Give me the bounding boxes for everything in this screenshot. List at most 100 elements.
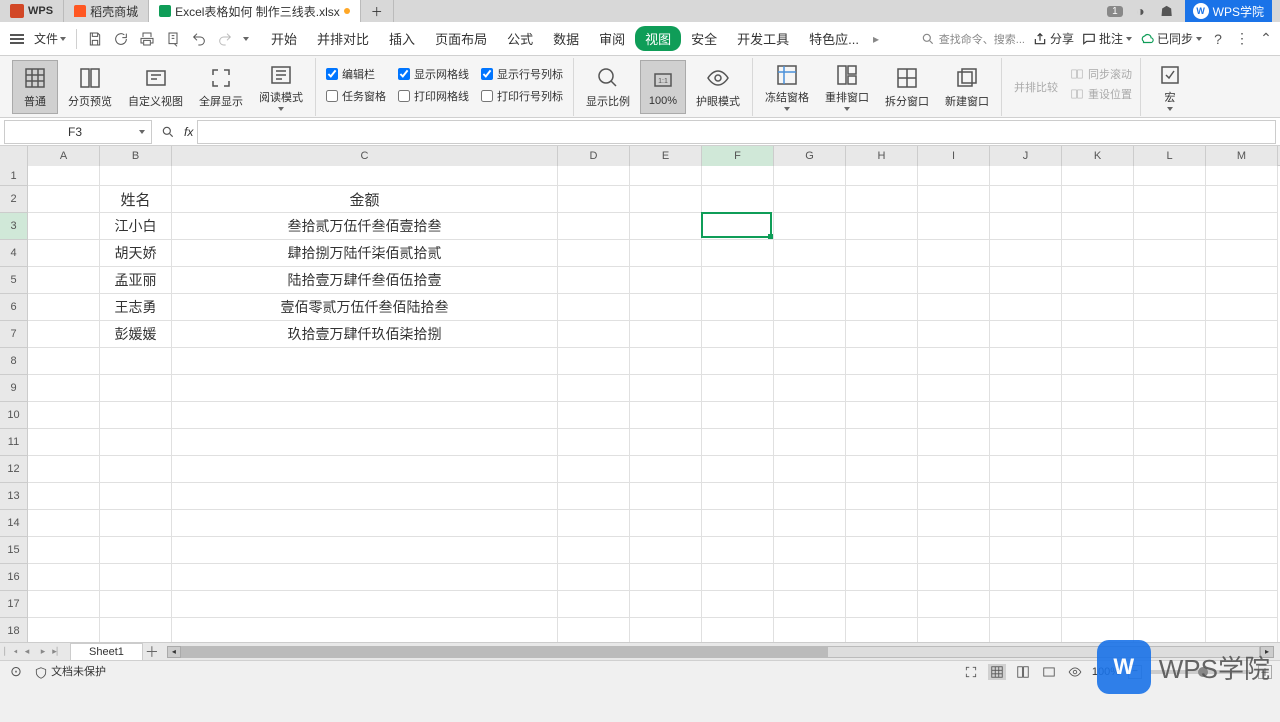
cell[interactable] [774,213,846,240]
cell[interactable] [774,429,846,456]
cell[interactable] [774,402,846,429]
help-icon[interactable]: ? [1210,31,1226,47]
sync-button[interactable]: 已同步 [1140,30,1202,47]
cell[interactable] [1134,591,1206,618]
column-header[interactable]: E [630,146,702,166]
pagebreak-view-toggle[interactable] [1014,664,1032,680]
cell[interactable] [630,564,702,591]
zoom-value[interactable]: 100% [1092,666,1120,678]
formula-input[interactable] [197,120,1276,144]
cell[interactable] [28,510,100,537]
cell[interactable] [558,294,630,321]
cell[interactable] [28,456,100,483]
cell[interactable] [1134,321,1206,348]
cell[interactable] [702,348,774,375]
cell[interactable] [1062,213,1134,240]
cell[interactable] [100,618,172,642]
cell[interactable] [28,429,100,456]
cell[interactable] [172,456,558,483]
app-tab-wps[interactable]: WPS [0,0,64,22]
cell[interactable] [1134,213,1206,240]
cell[interactable] [702,213,774,240]
cell[interactable] [1062,429,1134,456]
cell[interactable] [630,456,702,483]
cell[interactable] [100,429,172,456]
cell[interactable] [28,618,100,642]
cell[interactable] [1206,294,1278,321]
cell[interactable] [918,402,990,429]
column-header[interactable]: B [100,146,172,166]
row-header[interactable]: 17 [0,591,28,618]
cell[interactable] [918,510,990,537]
row-header[interactable]: 13 [0,483,28,510]
cell[interactable] [918,166,990,186]
cell[interactable] [1062,240,1134,267]
cell[interactable] [1134,564,1206,591]
zoom-thumb[interactable] [1198,667,1208,677]
cell[interactable] [1062,294,1134,321]
cell[interactable] [1206,429,1278,456]
row-header[interactable]: 6 [0,294,28,321]
fx-label[interactable]: fx [180,125,197,139]
cell[interactable] [990,402,1062,429]
redo-button[interactable] [213,29,237,49]
cell[interactable] [846,429,918,456]
cell[interactable] [918,267,990,294]
tab-start[interactable]: 开始 [261,23,307,54]
cell[interactable] [630,186,702,213]
column-header[interactable]: C [172,146,558,166]
cell[interactable]: 壹佰零贰万伍仟叁佰陆拾叁 [172,294,558,321]
cell[interactable] [1062,186,1134,213]
cell[interactable] [1206,537,1278,564]
cell[interactable] [774,186,846,213]
cell[interactable] [918,429,990,456]
scroll-track[interactable] [181,646,1260,658]
sheet-tab[interactable]: Sheet1 [70,643,143,660]
cell[interactable]: 金额 [172,186,558,213]
cell[interactable] [1134,456,1206,483]
zoom-ratio-button[interactable]: 显示比例 [580,60,636,114]
cell[interactable] [558,564,630,591]
share-button[interactable]: 分享 [1033,30,1074,47]
cell[interactable] [1062,321,1134,348]
zoom-slider[interactable] [1150,670,1250,674]
row-header[interactable]: 9 [0,375,28,402]
cell[interactable] [918,375,990,402]
cell[interactable] [100,456,172,483]
cell[interactable] [990,166,1062,186]
cell[interactable] [1062,348,1134,375]
zoom-100-button[interactable]: 1:1 100% [640,60,686,114]
cell[interactable] [558,618,630,642]
cell[interactable] [774,483,846,510]
cell[interactable] [846,267,918,294]
tab-data[interactable]: 数据 [543,23,589,54]
cell[interactable] [28,537,100,564]
collapse-ribbon-icon[interactable]: ⌃ [1258,31,1274,47]
column-header[interactable]: G [774,146,846,166]
cell[interactable] [774,591,846,618]
cell[interactable] [558,186,630,213]
cell[interactable] [1134,348,1206,375]
view-custom-button[interactable]: 自定义视图 [122,60,189,114]
cell[interactable] [774,348,846,375]
check-printgrid[interactable]: 打印网格线 [398,88,469,104]
cell[interactable] [846,321,918,348]
row-header[interactable]: 14 [0,510,28,537]
row-header[interactable]: 4 [0,240,28,267]
cell[interactable] [846,456,918,483]
cell[interactable] [28,348,100,375]
column-header[interactable]: K [1062,146,1134,166]
cell[interactable] [702,591,774,618]
cell[interactable] [172,510,558,537]
cell[interactable] [1062,483,1134,510]
cell[interactable] [918,348,990,375]
cell[interactable] [1062,564,1134,591]
cell[interactable] [558,429,630,456]
zoom-in-button[interactable]: ＋ [1258,665,1272,679]
add-sheet-button[interactable]: ＋ [143,644,161,660]
print-button[interactable] [135,29,159,49]
cell[interactable] [846,402,918,429]
cell[interactable] [990,564,1062,591]
cell[interactable]: 玖拾壹万肆仟玖佰柒拾捌 [172,321,558,348]
cell[interactable] [1062,591,1134,618]
